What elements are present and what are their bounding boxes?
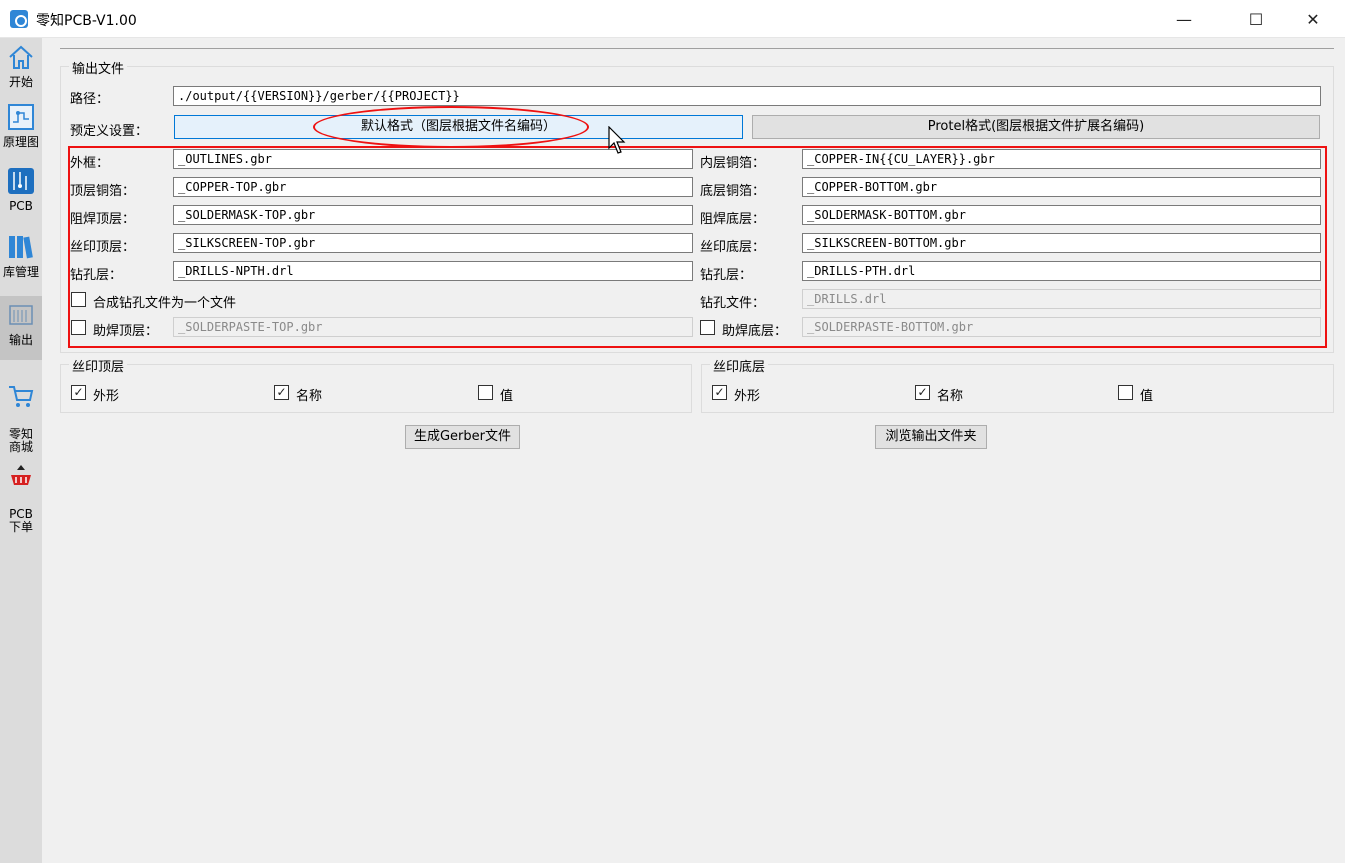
silk-bottom-outline-label: 外形 <box>734 389 761 404</box>
preset-label: 预定义设置： <box>70 124 149 139</box>
silk-top-outline-label: 外形 <box>93 389 120 404</box>
sidebar-item-pcb-order[interactable]: PCB 下单 <box>0 448 42 534</box>
title-bar: 零知PCB-V1.00 — ☐ ✕ <box>0 0 1345 38</box>
browse-output-folder-button[interactable]: 浏览输出文件夹 <box>875 425 987 449</box>
silk-bottom-name-label: 名称 <box>937 389 964 404</box>
schematic-icon <box>8 104 34 130</box>
sidebar-item-label: 原理图 <box>2 135 39 149</box>
sidebar-item-label: PCB 下单 <box>8 507 33 534</box>
silk-top-value-label: 值 <box>500 389 514 404</box>
silk-bottom-value-checkbox[interactable] <box>1118 385 1133 400</box>
highlight-rectangle <box>68 146 1327 348</box>
sidebar-item-pcb[interactable]: PCB <box>0 166 42 222</box>
sidebar: 开始 原理图 PCB 库管理 输出 零知 商城 PCB 下单 <box>0 38 42 863</box>
silk-bottom-value-label: 值 <box>1140 389 1154 404</box>
pcb-icon <box>8 168 34 194</box>
sidebar-item-start[interactable]: 开始 <box>0 42 42 98</box>
group-title: 丝印底层 <box>710 356 769 375</box>
output-icon <box>9 305 33 325</box>
group-title: 丝印顶层 <box>69 356 128 375</box>
sidebar-item-schematic[interactable]: 原理图 <box>0 102 42 158</box>
silk-bottom-outline-checkbox[interactable]: ✓ <box>712 385 727 400</box>
silk-top-value-checkbox[interactable] <box>478 385 493 400</box>
highlight-oval <box>313 106 589 148</box>
sidebar-item-output[interactable]: 输出 <box>0 296 42 360</box>
library-icon <box>9 236 33 259</box>
maximize-button[interactable]: ☐ <box>1233 0 1279 38</box>
close-button[interactable]: ✕ <box>1290 0 1336 38</box>
silk-top-group: 丝印顶层 <box>60 356 692 413</box>
silk-top-outline-checkbox[interactable]: ✓ <box>71 385 86 400</box>
minimize-button[interactable]: — <box>1161 0 1207 38</box>
sidebar-item-library[interactable]: 库管理 <box>0 232 42 288</box>
path-input[interactable]: ./output/{{VERSION}}/gerber/{{PROJECT}} <box>173 86 1321 106</box>
app-logo-icon <box>10 10 28 28</box>
path-label: 路径： <box>70 92 110 107</box>
divider <box>60 48 1334 49</box>
sidebar-item-label: PCB <box>9 199 33 213</box>
sidebar-item-label: 库管理 <box>2 265 39 279</box>
pcb-order-icon <box>11 465 31 485</box>
sidebar-item-label: 输出 <box>8 333 33 347</box>
mouse-cursor-icon <box>608 126 626 154</box>
silk-top-name-checkbox[interactable]: ✓ <box>274 385 289 400</box>
protel-format-button[interactable]: Protel格式(图层根据文件扩展名编码) <box>752 115 1320 139</box>
cart-icon <box>9 386 34 407</box>
silk-bottom-group: 丝印底层 <box>701 356 1334 413</box>
sidebar-item-shop[interactable]: 零知 商城 <box>0 368 42 454</box>
main-panel: 输出文件 路径： ./output/{{VERSION}}/gerber/{{P… <box>42 38 1345 863</box>
window-title: 零知PCB-V1.00 <box>36 13 137 29</box>
silk-top-name-label: 名称 <box>296 389 323 404</box>
generate-gerber-button[interactable]: 生成Gerber文件 <box>405 425 520 449</box>
home-icon <box>9 45 33 69</box>
group-title: 输出文件 <box>69 58 128 77</box>
sidebar-item-label: 开始 <box>8 75 33 89</box>
silk-bottom-name-checkbox[interactable]: ✓ <box>915 385 930 400</box>
